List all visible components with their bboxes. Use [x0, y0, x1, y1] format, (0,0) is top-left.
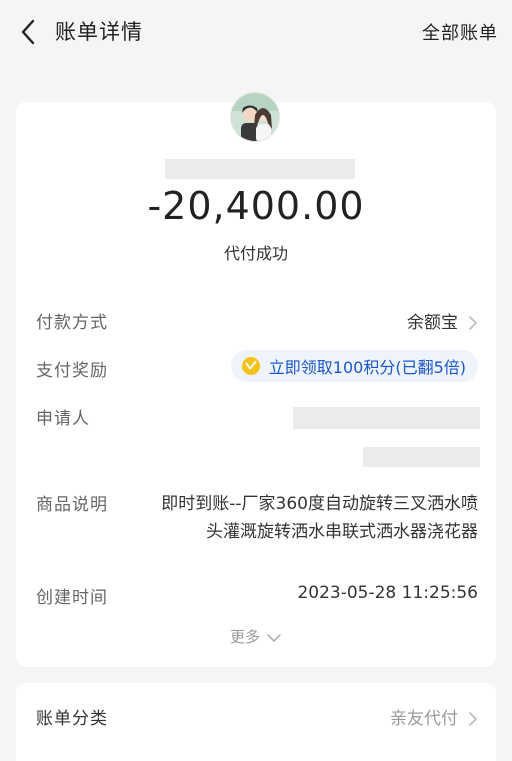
applicant-account-redacted: [363, 447, 480, 467]
points-coin-icon: [241, 357, 260, 375]
category-row[interactable]: 亲友代付: [390, 704, 478, 729]
all-bills-link[interactable]: 全部账单: [422, 19, 498, 45]
product-desc-line: 头灌溉旋转洒水串联式洒水器浇花器: [206, 522, 478, 542]
applicant-name-redacted: [293, 407, 480, 429]
payment-status: 代付成功: [223, 244, 288, 263]
payment-method-label: 付款方式: [36, 313, 108, 333]
chevron-right-icon: [469, 712, 477, 726]
chevron-down-icon: [267, 633, 281, 642]
back-button[interactable]: [14, 18, 42, 46]
avatar[interactable]: [230, 92, 280, 142]
reward-text: 立即领取100积分(已翻5倍): [268, 358, 466, 377]
top-bar: 账单详情 全部账单: [0, 0, 512, 62]
payment-method-value: 余额宝: [407, 313, 458, 333]
page-title: 账单详情: [55, 20, 143, 44]
category-label: 账单分类: [36, 709, 108, 729]
bill-amount: -20,400.00: [147, 184, 365, 228]
applicant-label: 申请人: [36, 409, 90, 429]
created-time-label: 创建时间: [36, 588, 108, 608]
product-desc-label: 商品说明: [36, 495, 108, 515]
category-value: 亲友代付: [390, 709, 458, 729]
bill-category-card: 账单分类 亲友代付: [16, 683, 496, 761]
product-description: 即时到账--厂家360度自动旋转三叉洒水喷 头灌溉旋转洒水串联式洒水器浇花器: [128, 490, 478, 546]
chevron-right-icon: [469, 316, 477, 330]
payment-reward-label: 支付奖励: [36, 361, 108, 381]
more-label: 更多: [229, 628, 260, 646]
bill-detail-card: -20,400.00 代付成功 付款方式 余额宝 支付奖励 立即领取100积分(…: [16, 92, 496, 667]
product-desc-line: 即时到账--厂家360度自动旋转三叉洒水喷: [161, 494, 478, 514]
payment-method-row[interactable]: 余额宝: [407, 308, 478, 333]
claim-points-button[interactable]: 立即领取100积分(已翻5倍): [230, 350, 478, 382]
chevron-left-icon: [21, 19, 35, 45]
payee-name-redacted: [165, 159, 355, 179]
more-button[interactable]: 更多: [16, 626, 496, 647]
created-time-value: 2023-05-28 11:25:56: [297, 583, 478, 603]
